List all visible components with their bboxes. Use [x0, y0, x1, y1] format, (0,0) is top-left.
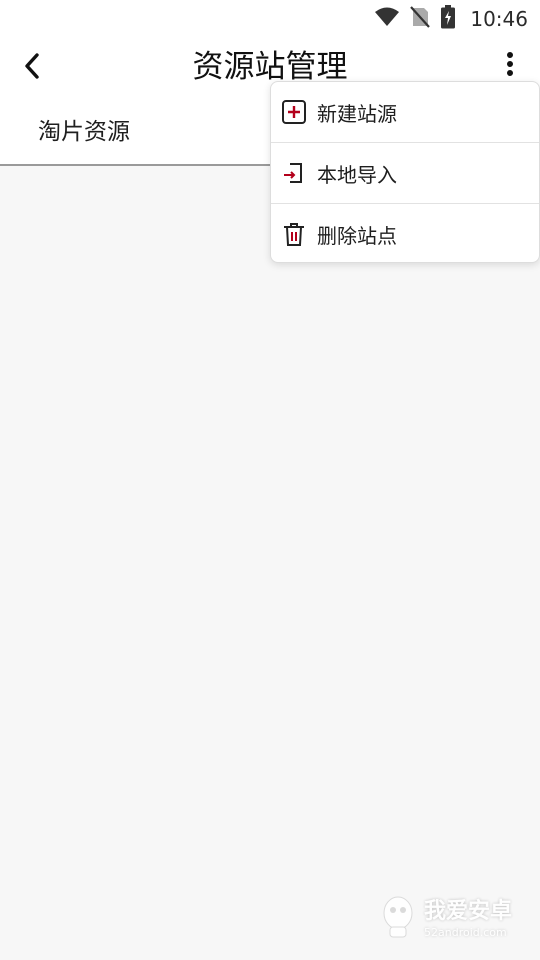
menu-item-delete-site[interactable]: 删除站点	[271, 204, 539, 262]
no-signal-icon	[410, 6, 431, 32]
android-logo-icon	[380, 893, 416, 945]
menu-item-label: 本地导入	[317, 162, 397, 187]
clock: 10:46	[470, 7, 528, 31]
status-icons: 10:46	[374, 5, 528, 33]
trash-icon	[281, 221, 307, 247]
watermark: 我爱安卓 52android.com	[380, 893, 530, 945]
watermark-url: 52android.com	[424, 925, 507, 939]
content-area	[0, 166, 540, 960]
wifi-icon	[374, 7, 400, 31]
watermark-text: 我爱安卓 52android.com	[424, 898, 513, 939]
more-vert-icon	[506, 51, 514, 81]
status-bar: 10:46	[0, 0, 540, 38]
menu-item-label: 删除站点	[317, 223, 397, 248]
menu-item-new-source[interactable]: 新建站源	[271, 82, 539, 143]
source-name: 淘片资源	[38, 119, 130, 145]
menu-item-label: 新建站源	[317, 101, 397, 126]
menu-item-local-import[interactable]: 本地导入	[271, 143, 539, 204]
popup-menu: 新建站源 本地导入 删除站点	[270, 81, 540, 263]
battery-charging-icon	[440, 5, 456, 33]
add-square-icon	[281, 99, 307, 125]
import-icon	[281, 160, 307, 186]
more-options-button[interactable]	[496, 50, 524, 82]
watermark-brand: 我爱安卓	[424, 898, 513, 924]
